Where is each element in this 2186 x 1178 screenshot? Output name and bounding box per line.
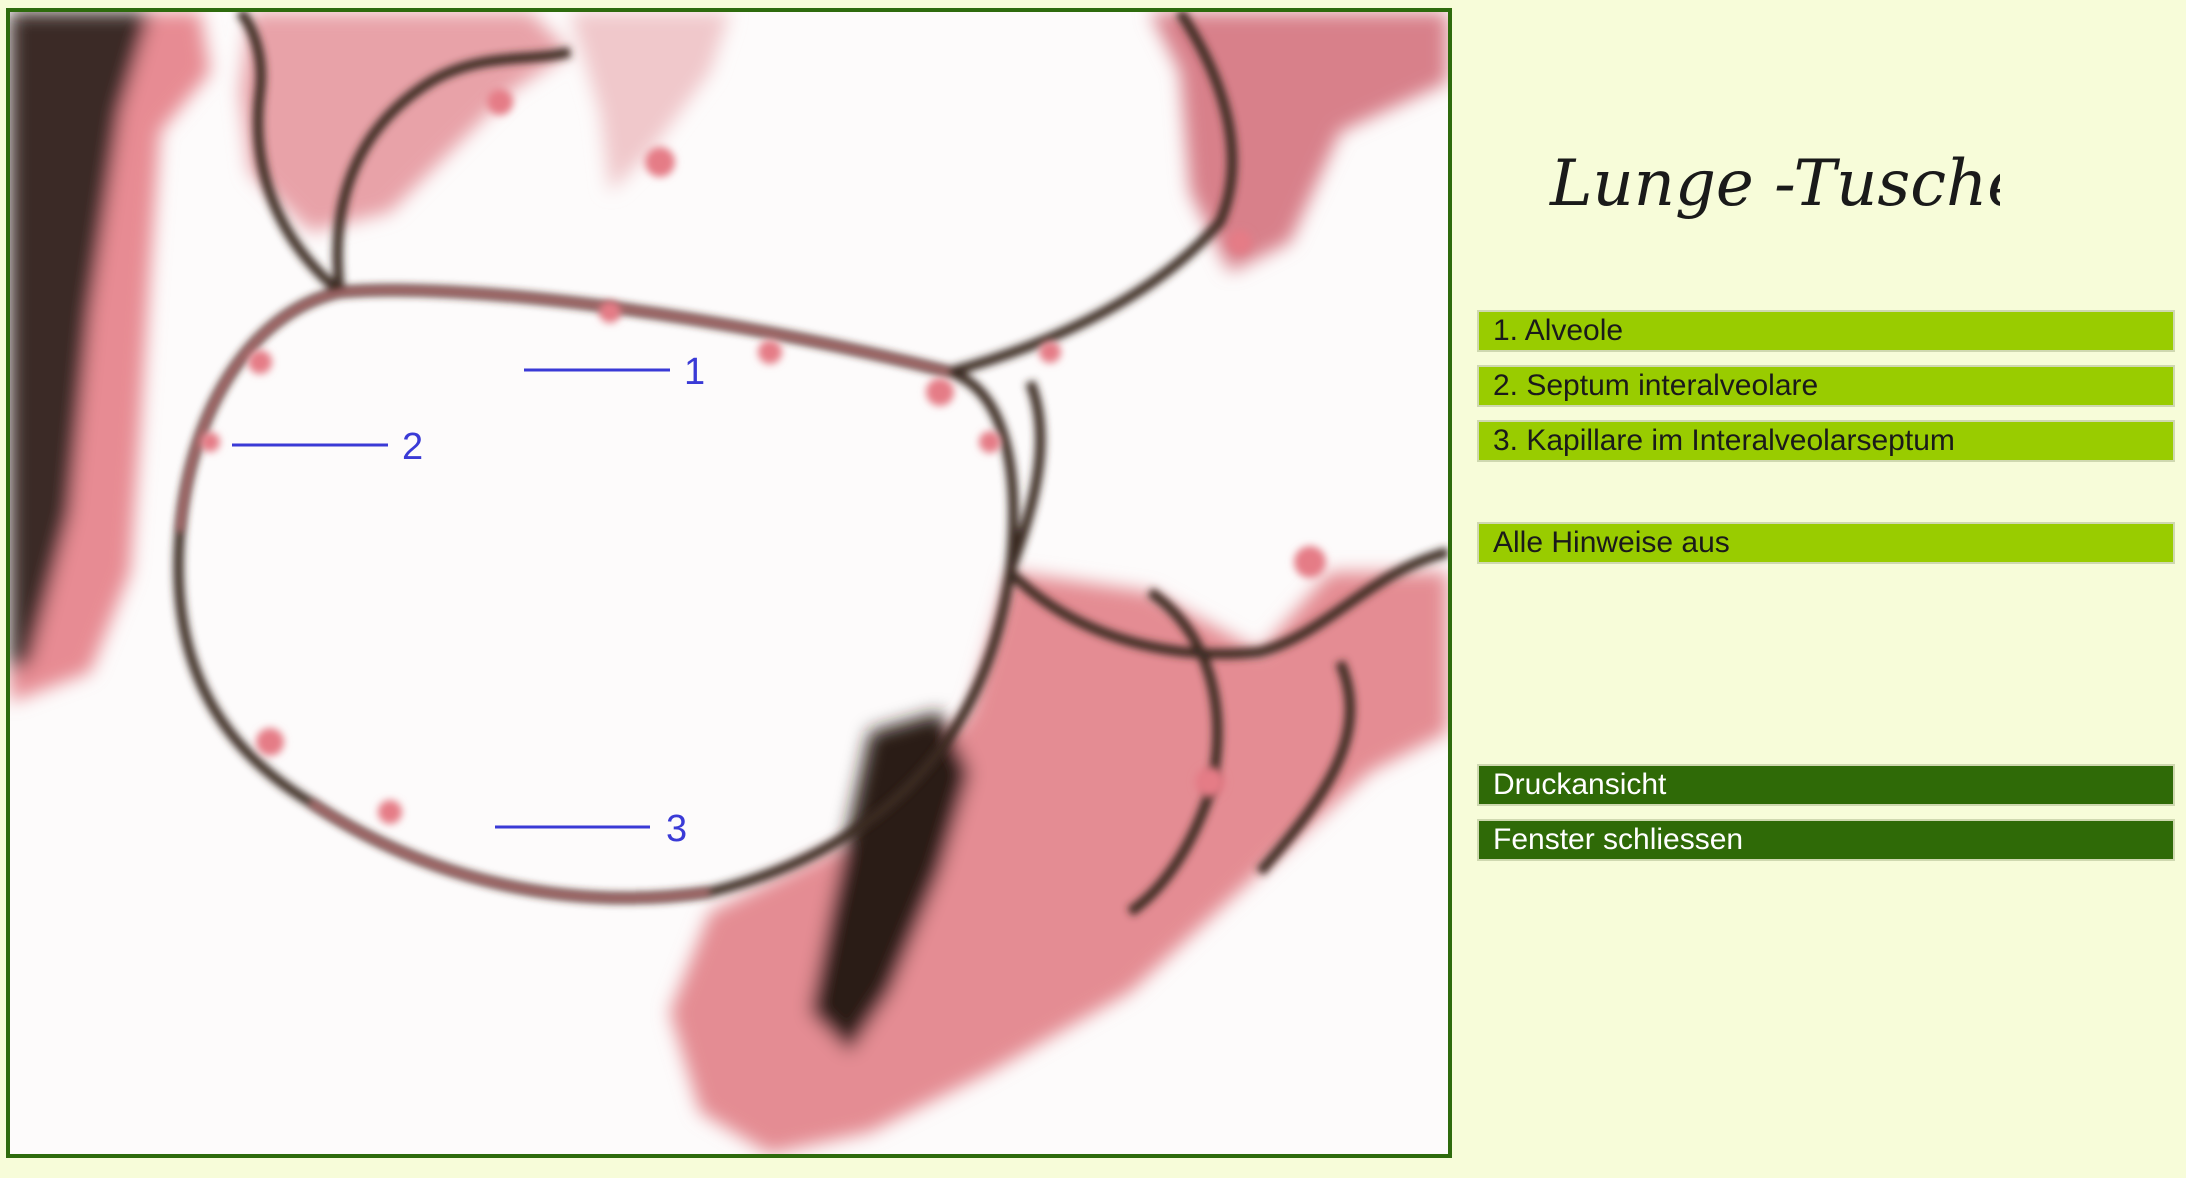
print-view-button[interactable]: Druckansicht [1477,764,2175,806]
close-window-button[interactable]: Fenster schliessen [1477,819,2175,861]
micrograph-frame: 1 2 3 [6,8,1452,1158]
label-number-1: 1 [684,351,705,393]
lung-micrograph: 1 2 3 [10,12,1448,1154]
hide-all-hints-button[interactable]: Alle Hinweise aus [1477,522,2175,564]
title-text: Lunge -Tusche [1549,147,2000,221]
page-title: Lunge -Tusche [1540,115,2025,265]
hint-button-alveole[interactable]: 1. Alveole [1477,310,2175,352]
handwritten-title: Lunge -Tusche [1549,147,2025,221]
label-number-2: 2 [402,426,423,468]
hint-button-septum[interactable]: 2. Septum interalveolare [1477,365,2175,407]
label-number-3: 3 [666,808,687,850]
hint-button-kapillare[interactable]: 3. Kapillare im Interalveolarseptum [1477,420,2175,462]
